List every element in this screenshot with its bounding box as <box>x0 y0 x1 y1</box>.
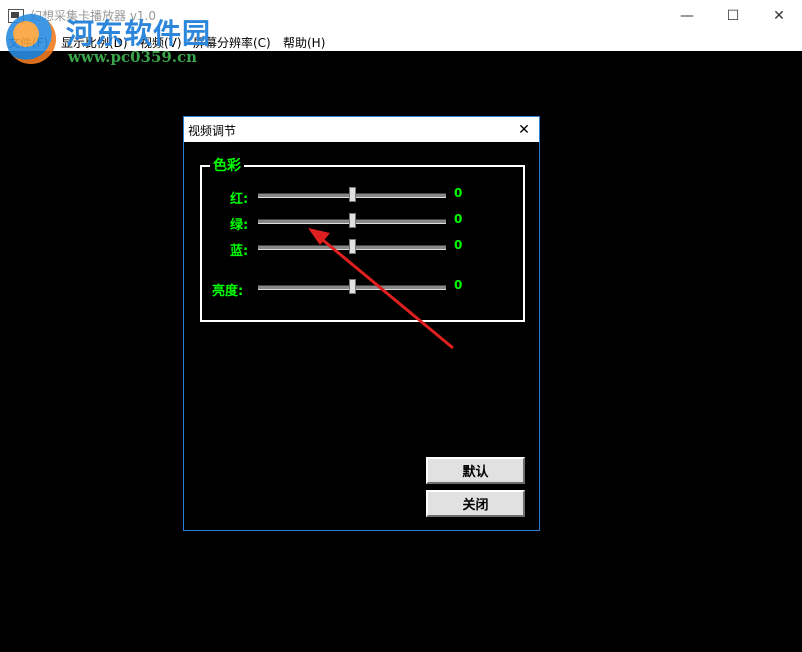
maximize-button[interactable]: ☐ <box>710 0 756 31</box>
default-button[interactable]: 默认 <box>426 457 525 484</box>
slider-thumb[interactable] <box>349 187 356 202</box>
dialog-close-button[interactable]: 关闭 <box>426 490 525 517</box>
menu-resolution[interactable]: 屏幕分辨率(C) <box>193 34 271 51</box>
blue-slider[interactable] <box>258 239 446 255</box>
menu-help[interactable]: 帮助(H) <box>283 34 325 51</box>
red-label: 红: <box>230 192 249 207</box>
app-icon <box>8 9 24 23</box>
slider-thumb[interactable] <box>349 213 356 228</box>
dialog-titlebar: 视频调节 ✕ <box>184 117 539 142</box>
dialog-close-icon[interactable]: ✕ <box>509 117 539 142</box>
slider-thumb[interactable] <box>349 239 356 254</box>
menu-bar: 文件(F) 显示比例(D) 视频(V) 屏幕分辨率(C) 帮助(H) <box>0 31 802 51</box>
window-titlebar: 幻想采集卡播放器 v1.0 — ☐ ✕ <box>0 0 802 32</box>
red-slider[interactable] <box>258 187 446 203</box>
color-group-label: 色彩 <box>210 157 244 175</box>
blue-value: 0 <box>454 238 463 252</box>
brightness-label: 亮度: <box>212 284 244 299</box>
menu-video[interactable]: 视频(V) <box>140 34 182 51</box>
window-title: 幻想采集卡播放器 v1.0 <box>30 9 157 23</box>
brightness-slider[interactable] <box>258 279 446 295</box>
green-label: 绿: <box>230 218 249 233</box>
brightness-value: 0 <box>454 278 463 292</box>
blue-label: 蓝: <box>230 244 249 259</box>
slider-thumb[interactable] <box>349 279 356 294</box>
video-adjust-dialog: 视频调节 ✕ 色彩 红: 0 绿: 0 蓝: 0 亮度: 0 默认 关闭 <box>183 116 540 531</box>
green-value: 0 <box>454 212 463 226</box>
close-button[interactable]: ✕ <box>756 0 802 31</box>
menu-file[interactable]: 文件(F) <box>8 34 48 51</box>
minimize-button[interactable]: — <box>664 0 710 31</box>
menu-display-ratio[interactable]: 显示比例(D) <box>61 34 128 51</box>
dialog-title: 视频调节 <box>188 124 237 138</box>
green-slider[interactable] <box>258 213 446 229</box>
red-value: 0 <box>454 186 463 200</box>
